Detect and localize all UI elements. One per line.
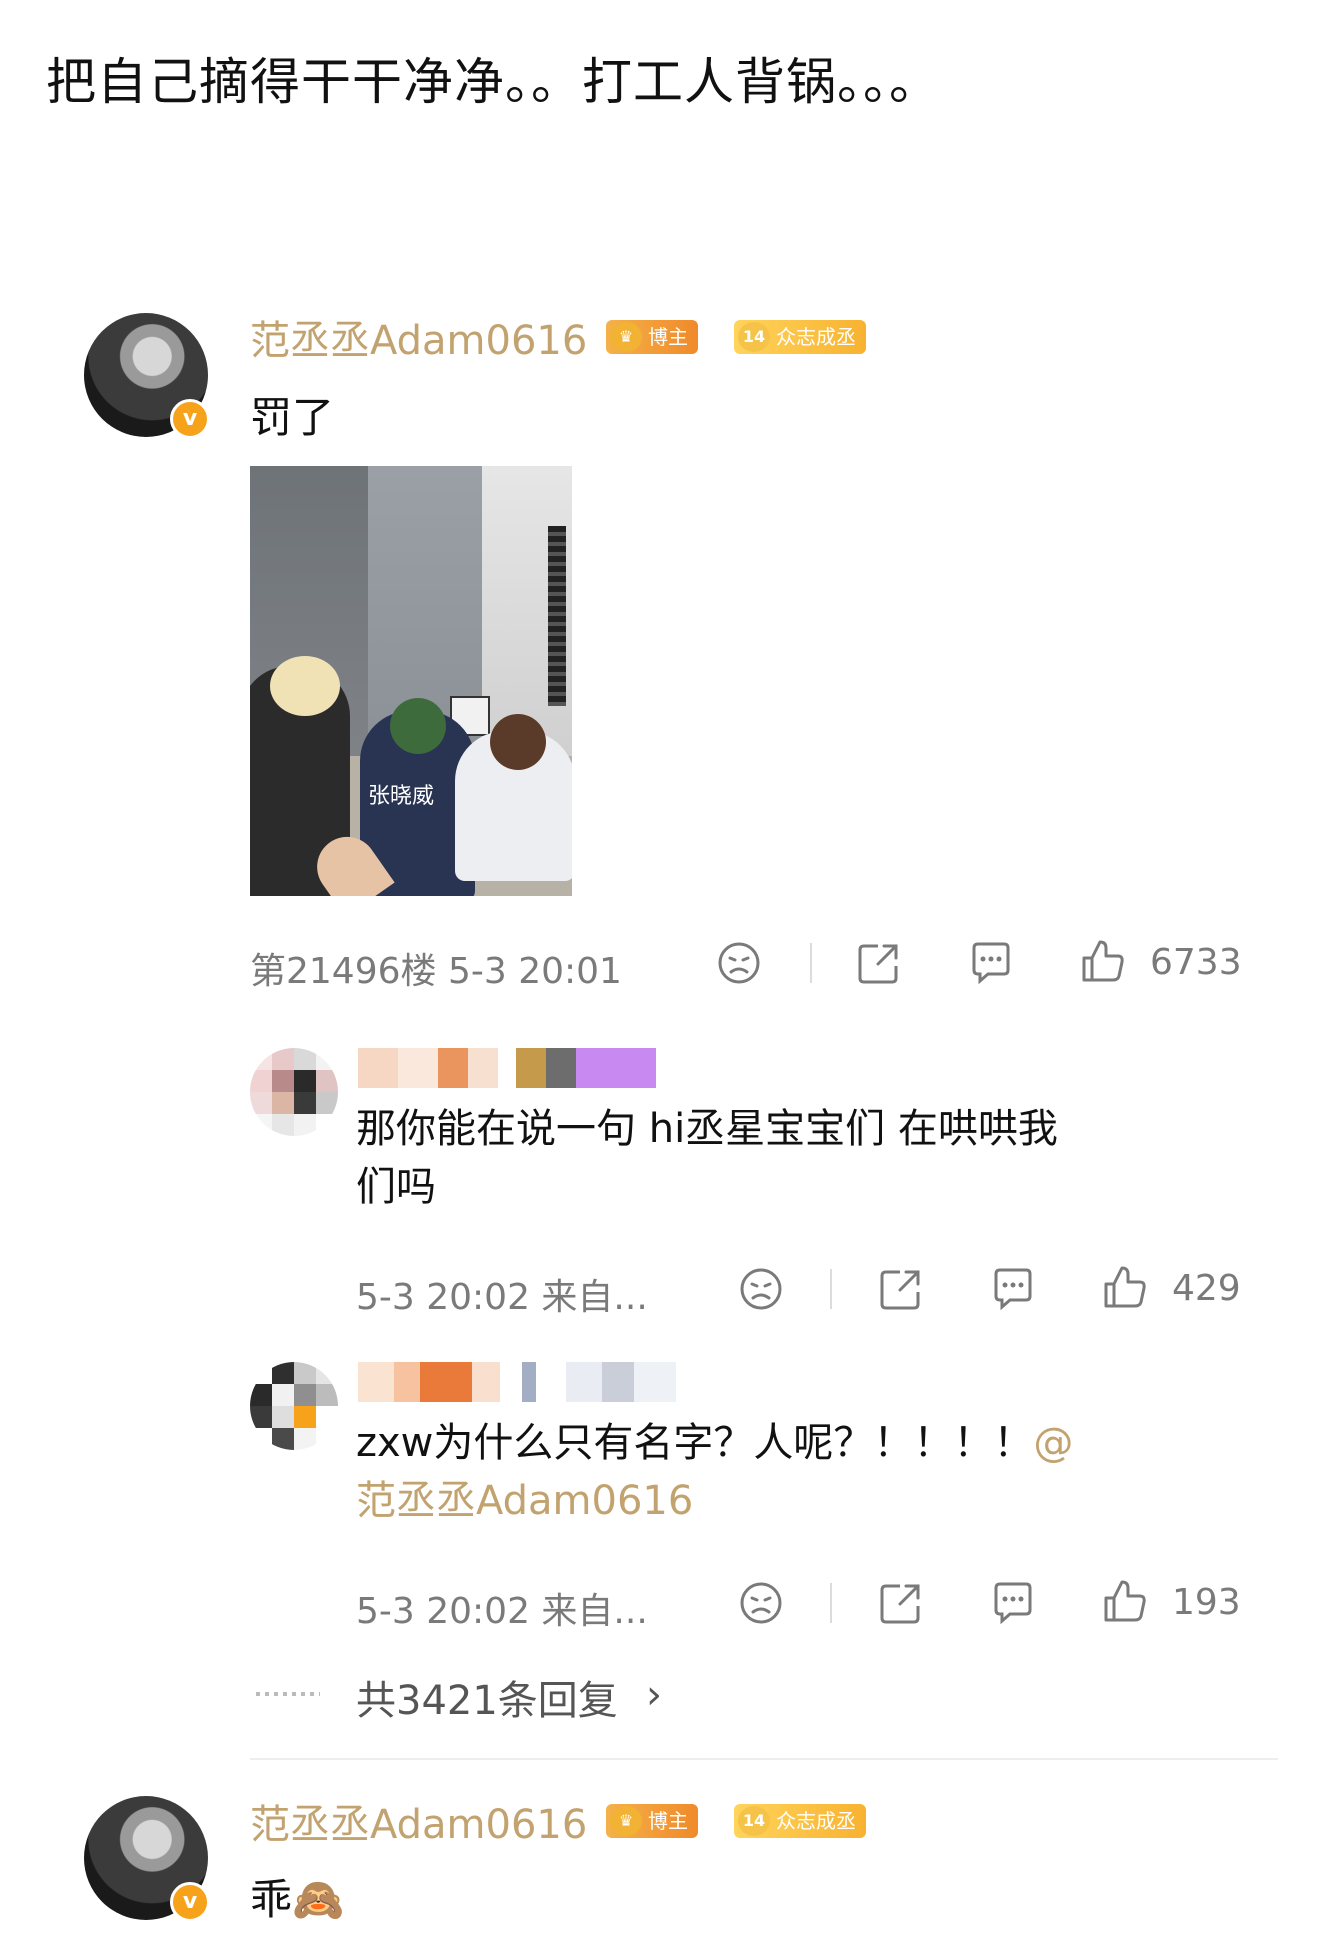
thumbs-up-icon[interactable] [1102, 1578, 1148, 1624]
like-count: 429 [1172, 1268, 1241, 1309]
share-icon[interactable] [878, 1266, 924, 1312]
thumbs-up-icon[interactable] [1102, 1264, 1148, 1310]
comment-username[interactable]: 范丞丞Adam0616 [250, 308, 587, 366]
sad-face-icon[interactable] [738, 1266, 784, 1312]
sad-face-icon[interactable] [716, 940, 762, 986]
fan-club-badge[interactable]: 14 众志成丞 [734, 320, 866, 354]
blogger-badge[interactable]: ♛ 博主 [606, 1804, 698, 1838]
reply-timestamp: 5-3 20:02 来自... [356, 1591, 648, 1632]
reply-text: zxw为什么只有名字？人呢？！！！！@范丞丞Adam0616 [356, 1420, 1074, 1524]
divider [830, 1583, 832, 1623]
post-caption: 把自己摘得干干净净。。打工人背锅。。。 [46, 53, 940, 111]
avatar[interactable]: v [84, 1796, 210, 1922]
reply-timestamp: 5-3 20:02 来自... [356, 1277, 648, 1318]
comment-divider [250, 1758, 1278, 1760]
comment-icon[interactable] [968, 940, 1014, 986]
see-no-evil-monkey-icon: 🙈 [292, 1875, 345, 1924]
like-count: 6733 [1150, 942, 1242, 983]
reply-text: 那你能在说一句 hi丞星宝宝们 在哄哄我们吗 [356, 1106, 1058, 1210]
comment-image[interactable]: 张晓威 [250, 466, 572, 896]
verified-badge-icon: v [170, 399, 210, 439]
comment-text: 罚了 [250, 393, 335, 442]
share-icon[interactable] [878, 1580, 924, 1626]
share-icon[interactable] [856, 940, 902, 986]
floor-timestamp: 第21496楼 5-3 20:01 [250, 951, 622, 992]
comment-text: 乖🙈 [250, 1875, 345, 1924]
verified-badge-icon: v [170, 1882, 210, 1922]
avatar[interactable] [250, 1362, 338, 1450]
sad-face-icon[interactable] [738, 1580, 784, 1626]
divider [810, 943, 812, 983]
fan-club-badge[interactable]: 14 众志成丞 [734, 1804, 866, 1838]
avatar[interactable] [250, 1048, 338, 1136]
chevron-right-icon[interactable]: › [646, 1672, 662, 1718]
comment-icon[interactable] [990, 1266, 1036, 1312]
thumbs-up-icon[interactable] [1080, 938, 1126, 984]
image-name-label: 张晓威 [368, 784, 435, 809]
crown-icon: ♛ [610, 1806, 642, 1836]
dotted-leader [256, 1692, 320, 1696]
like-count: 193 [1172, 1582, 1241, 1623]
blogger-badge[interactable]: ♛ 博主 [606, 320, 698, 354]
fan-level-icon: 14 [738, 322, 770, 352]
blurred-username[interactable] [358, 1048, 656, 1088]
comment-icon[interactable] [990, 1580, 1036, 1626]
crown-icon: ♛ [610, 322, 642, 352]
view-all-replies-link[interactable]: 共3421条回复 [356, 1668, 618, 1726]
fan-level-icon: 14 [738, 1806, 770, 1836]
avatar[interactable]: v [84, 313, 210, 439]
divider [830, 1269, 832, 1309]
comment-username[interactable]: 范丞丞Adam0616 [250, 1792, 587, 1850]
blurred-username[interactable] [358, 1362, 676, 1402]
